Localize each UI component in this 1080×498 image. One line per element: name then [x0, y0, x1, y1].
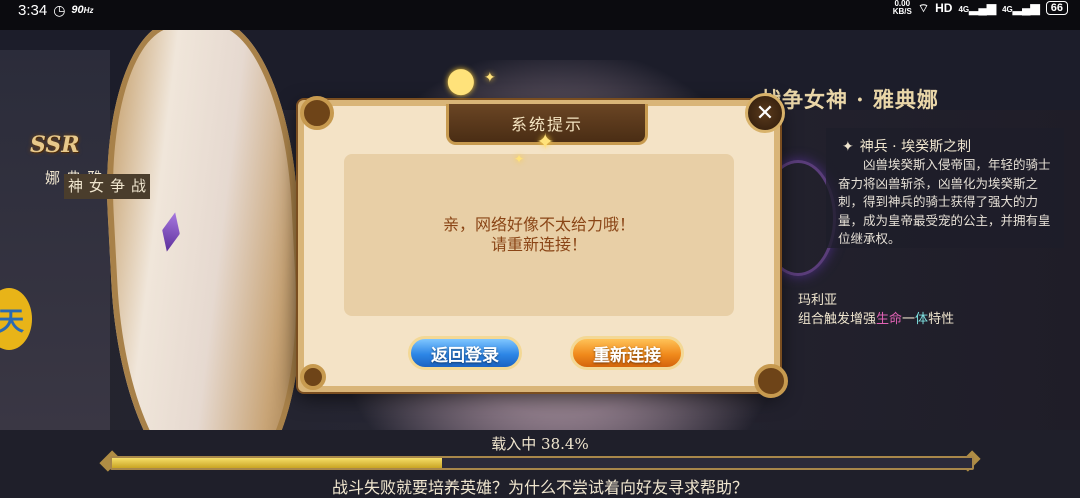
hero-full-name: 战争女神 · 雅典娜: [760, 87, 939, 112]
loading-section: 载入中 38.4% 战斗失败就要培养英雄？为什么不尝试着向好友寻求帮助？: [0, 430, 1080, 498]
close-icon[interactable]: ✕: [745, 93, 785, 133]
back-to-login-button[interactable]: 返回登录: [408, 336, 522, 370]
hero-title-vertical: 战争女神: [64, 174, 150, 199]
dialog-corner-ornament-tl: [300, 96, 334, 130]
rarity-label: SSR: [30, 132, 80, 158]
rarity-badge: SSR 雅典娜 战争女神: [30, 132, 150, 199]
combo-partner-name: 玛利亚: [798, 293, 838, 308]
signal-icon-1: 4G▂▄▆: [958, 1, 997, 15]
progress-fill: [112, 458, 443, 468]
status-right: 0.00 KB/S ⌔ HD 4G▂▄▆ 4G▂▄▆ 66: [893, 0, 1068, 16]
sparkle-icon: ●: [446, 60, 476, 100]
reconnect-button[interactable]: 重新连接: [570, 336, 684, 370]
weapon-title: ✦ 神兵 · 埃癸斯之刺: [842, 139, 972, 155]
dialog-corner-ornament-bl: [300, 364, 326, 390]
sparkle-icon: ✦: [536, 130, 555, 155]
diamond-icon: ✦: [842, 139, 854, 155]
loading-tip: 战斗失败就要培养英雄？为什么不尝试着向好友寻求帮助？: [331, 478, 748, 497]
clock-time: 3:34: [18, 1, 48, 19]
sparkle-icon: ✦: [514, 152, 525, 166]
hd-label: HD: [935, 1, 953, 15]
loading-label: 载入中 38.4%: [491, 435, 589, 453]
dialog-message-line2: 请重新连接！: [490, 235, 587, 254]
dialog-corner-ornament-br: [754, 364, 788, 398]
dialog-message-line1: 亲，网络好像不太给力哦！: [442, 215, 635, 234]
alarm-icon: ◷: [53, 1, 66, 18]
wifi-icon: ⌔: [917, 0, 930, 15]
sparkle-icon: ✦: [484, 70, 496, 86]
net-speed: 0.00 KB/S: [892, 0, 912, 16]
status-bar: 3:34 ◷ 90Hz 0.00 KB/S ⌔ HD 4G▂▄▆ 4G▂▄▆ 66: [0, 0, 1080, 30]
signal-icon-2: 4G▂▄▆: [1002, 1, 1040, 15]
background-pillar: [0, 50, 110, 430]
weapon-description: 凶兽埃癸斯入侵帝国，年轻的骑士奋力将凶兽斩杀，凶兽化为埃癸斯之刺，得到神兵的骑士…: [838, 157, 1051, 246]
combo-description: 组合触发增强生命一体特性: [798, 312, 955, 327]
battery-icon: 66: [1045, 1, 1068, 15]
refresh-rate: 90Hz: [71, 4, 94, 16]
status-left: 3:34 ◷ 90Hz: [18, 0, 93, 20]
progress-bar: [110, 456, 974, 470]
weapon-panel: ✦ 神兵 · 埃癸斯之刺 凶兽埃癸斯入侵帝国，年轻的骑士奋力将凶兽斩杀，凶兽化为埃…: [826, 128, 1064, 248]
dialog-message-box: 亲，网络好像不太给力哦！ 请重新连接！: [344, 154, 734, 316]
